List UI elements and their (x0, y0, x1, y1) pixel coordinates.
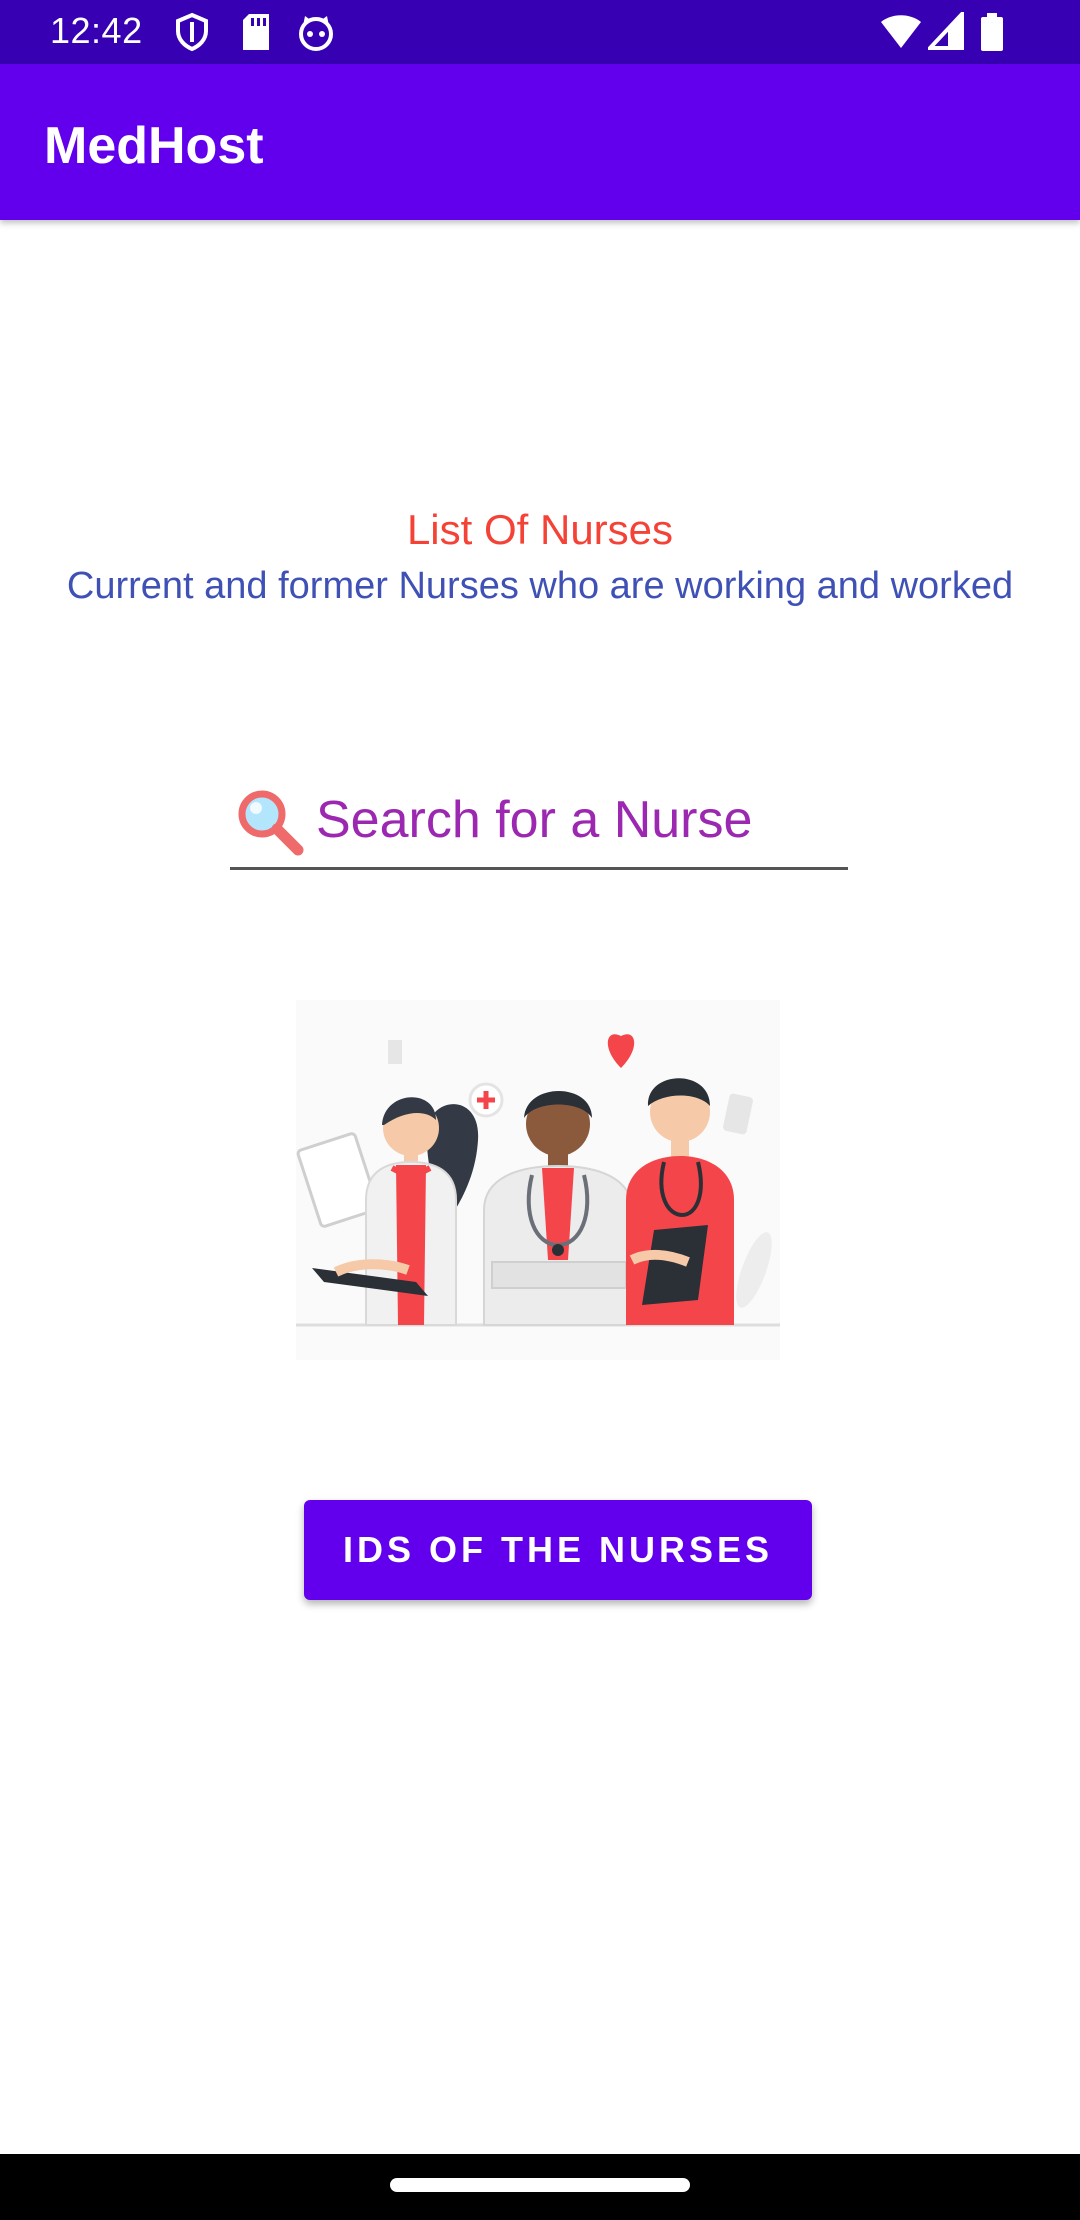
search-field[interactable] (230, 770, 848, 870)
wifi-icon (880, 12, 922, 57)
sd-card-icon (240, 12, 272, 57)
magnifier-icon (236, 788, 306, 858)
cell-signal-icon (925, 8, 964, 57)
app-title: MedHost (44, 117, 264, 175)
search-input[interactable] (316, 782, 836, 858)
nurses-illustration (296, 1000, 780, 1360)
page-title: List Of Nurses (406, 506, 674, 553)
ids-of-nurses-button[interactable]: IDS OF THE NURSES (304, 1500, 812, 1600)
app-bar: MedHost (0, 64, 1080, 220)
shield-icon (172, 12, 212, 57)
status-bar: 12:42 (0, 0, 1080, 64)
battery-icon (980, 12, 1004, 57)
page-subtitle: Current and former Nurses who are workin… (66, 565, 1014, 607)
status-time: 12:42 (50, 10, 143, 51)
cat-face-icon (296, 12, 336, 57)
home-handle[interactable] (390, 2178, 690, 2192)
navigation-bar (0, 2154, 1080, 2220)
